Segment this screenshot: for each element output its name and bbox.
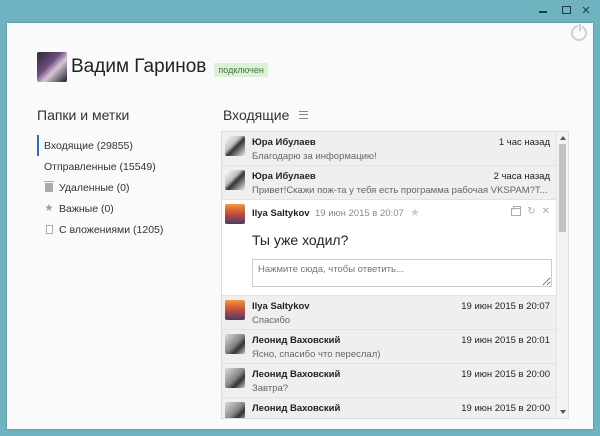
maximize-icon bbox=[561, 6, 571, 14]
avatar bbox=[225, 402, 245, 418]
star-icon: ★ bbox=[44, 202, 54, 214]
avatar bbox=[37, 52, 67, 82]
avatar bbox=[225, 368, 245, 388]
profile-header: Вадим Гаринов подключен bbox=[37, 51, 268, 83]
minimize-button[interactable] bbox=[530, 0, 556, 20]
sender-name: Юра Ибулаев bbox=[252, 137, 316, 148]
sender-name: Ilya Saltykov bbox=[252, 301, 310, 312]
scroll-thumb[interactable] bbox=[559, 144, 566, 232]
sender-name: Юра Ибулаев bbox=[252, 171, 316, 182]
maximize-button[interactable] bbox=[556, 0, 576, 20]
scroll-down-icon[interactable] bbox=[560, 410, 566, 414]
avatar bbox=[225, 136, 245, 156]
avatar bbox=[225, 300, 245, 320]
reply-icon[interactable]: ↻ bbox=[527, 206, 535, 217]
sidebar-item-sent[interactable]: Отправленные (15549) bbox=[37, 156, 207, 177]
document-icon bbox=[44, 225, 54, 235]
sender-name: Леонид Ваховский bbox=[252, 369, 341, 380]
star-icon[interactable]: ★ bbox=[410, 206, 420, 219]
print-icon[interactable] bbox=[511, 206, 522, 216]
message-time: 19 июн 2015 в 20:07 bbox=[315, 208, 404, 219]
sidebar-item-important[interactable]: ★ Важные (0) bbox=[37, 198, 207, 219]
sidebar-item-attachments[interactable]: С вложениями (1205) bbox=[37, 219, 207, 240]
status-badge: подключен bbox=[214, 63, 268, 77]
message-time: 1 час назад bbox=[498, 137, 550, 148]
reply-input[interactable] bbox=[252, 259, 552, 287]
message-time: 19 июн 2015 в 20:01 bbox=[461, 335, 550, 346]
message-snippet: Привет!Скажи пож-та у тебя есть программ… bbox=[252, 185, 548, 196]
sidebar-item-label: Удаленные (0) bbox=[59, 181, 130, 194]
sidebar-item-inbox[interactable]: Входящие (29855) bbox=[37, 135, 207, 156]
sidebar: Входящие (29855) Отправленные (15549) Уд… bbox=[37, 135, 207, 240]
sidebar-item-label: С вложениями (1205) bbox=[59, 223, 164, 236]
message-snippet: Спасибо bbox=[252, 315, 291, 326]
sidebar-item-deleted[interactable]: Удаленные (0) bbox=[37, 177, 207, 198]
list-item[interactable]: Леонид Ваховский 19 июн 2015 в 20:00 Зав… bbox=[222, 364, 556, 398]
list-item[interactable]: Леонид Ваховский 19 июн 2015 в 20:01 Ясн… bbox=[222, 330, 556, 364]
sender-name: Леонид Ваховский bbox=[252, 335, 341, 346]
close-icon: ✕ bbox=[581, 4, 591, 17]
open-message: Ilya Saltykov 19 июн 2015 в 20:07 ★ ↻ ✕ … bbox=[222, 200, 556, 296]
sender-name: Ilya Saltykov bbox=[252, 208, 310, 219]
message-time: 19 июн 2015 в 20:00 bbox=[461, 403, 550, 414]
message-snippet: Завтра? bbox=[252, 383, 289, 394]
message-time: 19 июн 2015 в 20:07 bbox=[461, 301, 550, 312]
list-item[interactable]: Юра Ибулаев 1 час назад Благодарю за инф… bbox=[222, 132, 556, 166]
profile-name: Вадим Гаринов bbox=[71, 56, 207, 77]
close-icon[interactable]: ✕ bbox=[542, 206, 550, 217]
trash-icon bbox=[44, 181, 54, 193]
list-item[interactable]: Юра Ибулаев 2 часа назад Привет!Скажи по… bbox=[222, 166, 556, 200]
sidebar-item-label: Важные (0) bbox=[59, 202, 114, 215]
scroll-up-icon[interactable] bbox=[560, 136, 566, 140]
list-item[interactable]: Ilya Saltykov 19 июн 2015 в 20:07 Спасиб… bbox=[222, 296, 556, 330]
minimize-icon bbox=[539, 11, 547, 13]
message-snippet: Благодарю за информацию! bbox=[252, 151, 377, 162]
avatar bbox=[225, 170, 245, 190]
sidebar-item-label: Отправленные (15549) bbox=[44, 160, 156, 173]
list-item[interactable]: Леонид Ваховский 19 июн 2015 в 20:00 bbox=[222, 398, 556, 418]
menu-icon[interactable] bbox=[299, 111, 309, 119]
page-title: Входящие bbox=[223, 107, 290, 123]
close-button[interactable]: ✕ bbox=[574, 0, 598, 20]
sidebar-title: Папки и метки bbox=[37, 107, 130, 123]
app-window: ✕ Вадим Гаринов подключен Папки и метки … bbox=[0, 0, 600, 436]
scrollbar[interactable] bbox=[556, 132, 568, 418]
inbox-header: Входящие bbox=[223, 107, 309, 123]
sidebar-item-label: Входящие (29855) bbox=[44, 139, 133, 152]
message-time: 19 июн 2015 в 20:00 bbox=[461, 369, 550, 380]
avatar bbox=[225, 204, 245, 224]
sender-name: Леонид Ваховский bbox=[252, 403, 341, 414]
message-snippet: Ясно, спасибо что переслал) bbox=[252, 349, 381, 360]
client-area: Вадим Гаринов подключен Папки и метки Вх… bbox=[6, 22, 594, 430]
message-actions: ↻ ✕ bbox=[511, 206, 550, 217]
message-body: Ты уже ходил? bbox=[252, 232, 349, 248]
message-list: Юра Ибулаев 1 час назад Благодарю за инф… bbox=[221, 131, 569, 419]
message-time: 2 часа назад bbox=[493, 171, 550, 182]
power-icon[interactable] bbox=[571, 24, 587, 41]
title-bar: ✕ bbox=[0, 0, 600, 22]
avatar bbox=[225, 334, 245, 354]
